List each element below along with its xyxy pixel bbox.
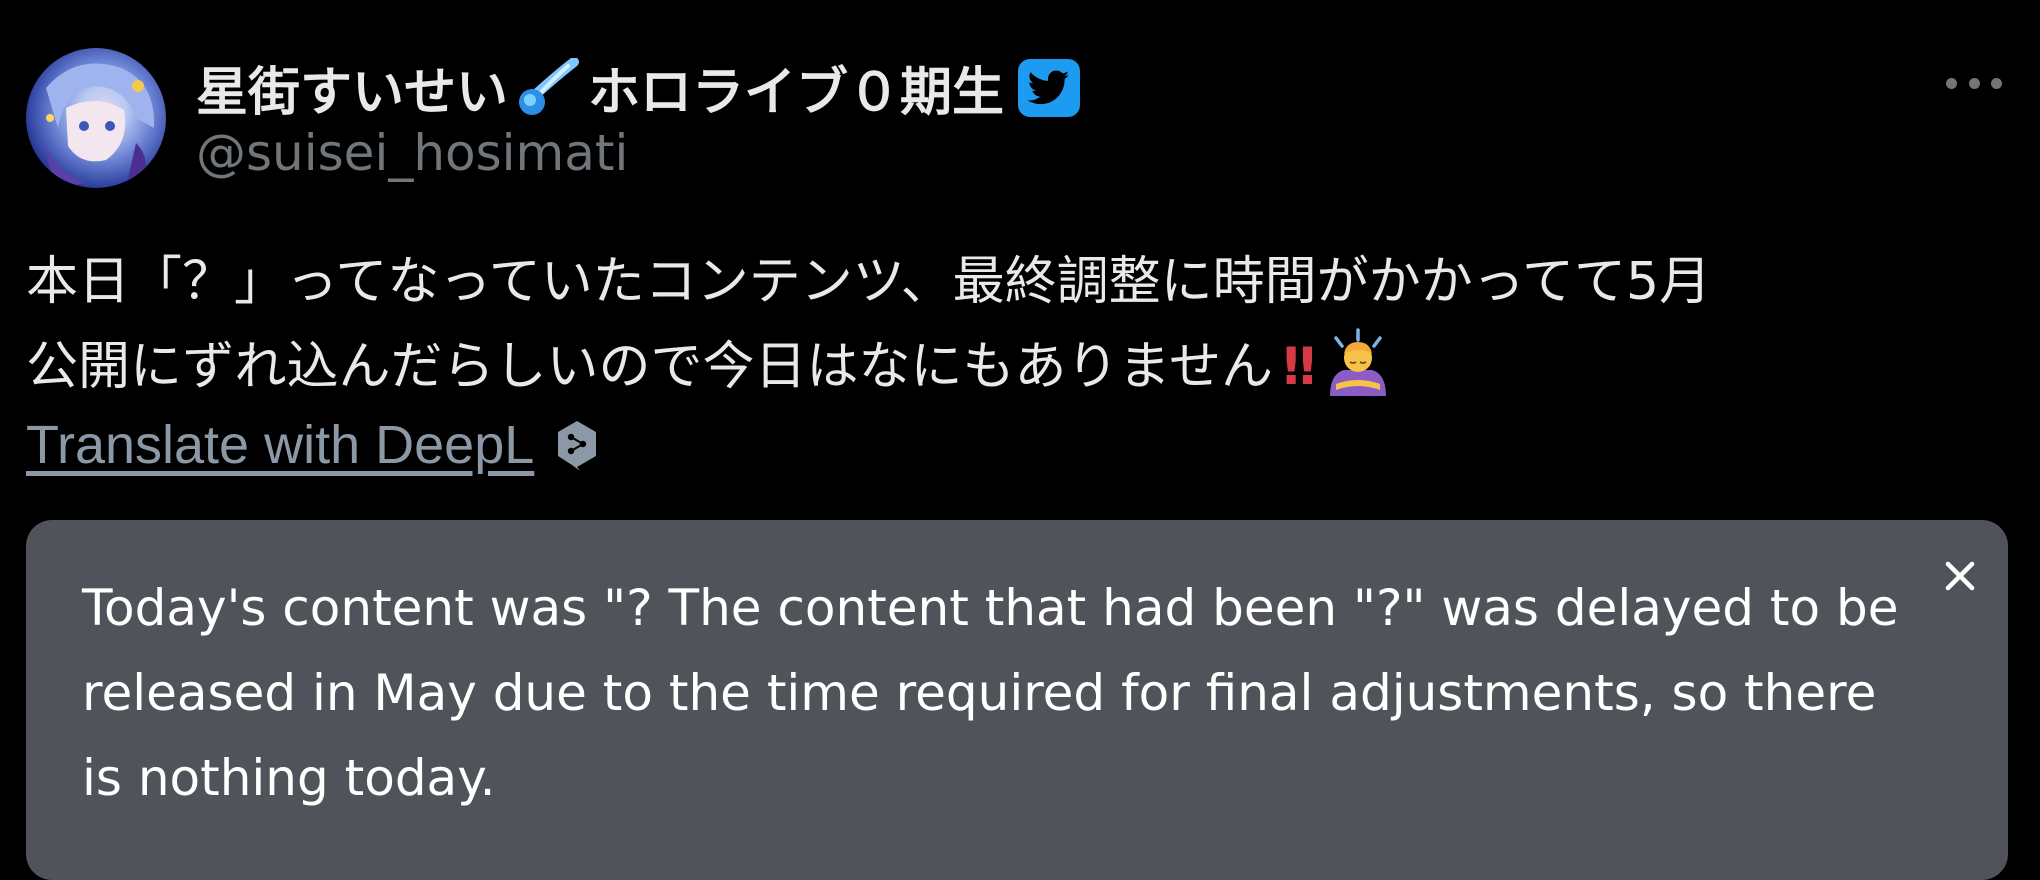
author-handle[interactable]: @suisei_hosimati <box>196 124 628 182</box>
translation-line: released in May due to the time required… <box>82 664 1877 722</box>
translation-line: is nothing today. <box>82 749 496 807</box>
translation-line: Today's content was "? The content that … <box>82 579 1899 637</box>
comet-icon <box>516 56 580 118</box>
translate-with-deepl-link[interactable]: Translate with DeepL <box>26 414 534 476</box>
more-dot <box>1991 77 2002 89</box>
more-dot <box>1968 77 1980 89</box>
display-name[interactable]: 星街すいせい ホロライブ０期生 <box>196 50 1081 125</box>
more-dot <box>1946 77 1957 89</box>
display-name-suffix: ホロライブ０期生 <box>588 63 1005 123</box>
tweet-line: 本日「？」ってなっていたコンテンツ、最終調整に時間がかかってて5月 <box>26 240 2006 324</box>
avatar[interactable] <box>26 48 166 188</box>
display-name-text: 星街すいせい <box>196 63 509 123</box>
more-options-icon[interactable] <box>1946 70 2002 96</box>
tweet-line-1-text: 本日「？」ってなっていたコンテンツ、最終調整に時間がかかってて5月 <box>26 252 1712 312</box>
avatar-image <box>41 63 155 188</box>
translate-row: Translate with DeepL <box>26 414 600 476</box>
verified-badge-icon[interactable] <box>1018 58 1081 117</box>
translation-panel: Today's content was "? The content that … <box>26 520 2008 880</box>
translation-text: Today's content was "? The content that … <box>82 566 1962 821</box>
double-exclamation-emoji: ‼ <box>1282 337 1316 397</box>
person-bowing-emoji <box>1322 324 1394 396</box>
tweet-text: 本日「？」ってなっていたコンテンツ、最終調整に時間がかかってて5月 公開にずれ込… <box>26 240 2006 409</box>
tweet-line: 公開にずれ込んだらしいので今日はなにもありません ‼ <box>26 324 2006 409</box>
deepl-icon <box>554 419 600 471</box>
tweet-line-2-text: 公開にずれ込んだらしいので今日はなにもありません <box>26 337 1273 397</box>
